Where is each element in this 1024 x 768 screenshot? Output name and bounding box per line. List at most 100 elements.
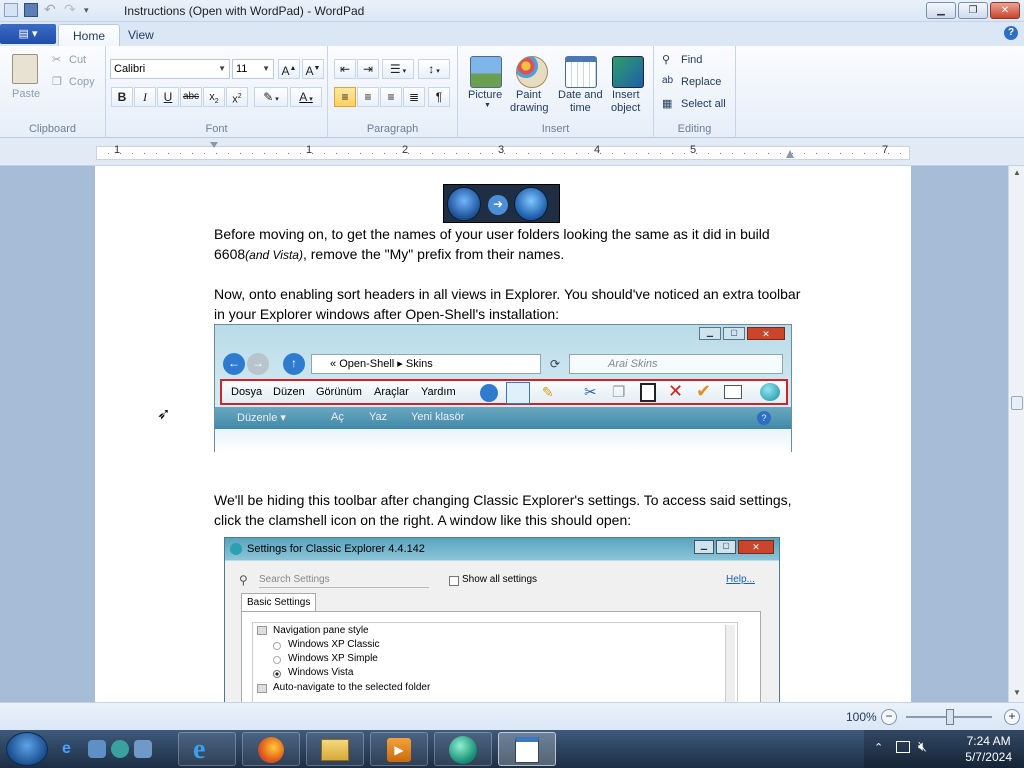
calendar-clock-icon <box>565 56 597 88</box>
align-center-button[interactable]: ≡ <box>357 87 379 107</box>
clock[interactable]: 7:24 AM 5/7/2024 <box>965 733 1012 765</box>
shell-quicklaunch-icon[interactable] <box>111 740 129 758</box>
cut-button[interactable]: ✂ Cut <box>52 53 102 69</box>
font-family-select[interactable]: Calibri ▼ <box>110 59 230 79</box>
copy-icon: ❐ <box>52 76 62 88</box>
tab-view[interactable]: View <box>114 24 168 46</box>
bullets-button[interactable]: ☰ ▾ <box>382 59 414 79</box>
insert-object-button[interactable]: Insert object <box>608 52 648 116</box>
scroll-thumb[interactable] <box>1011 396 1023 410</box>
paste-icon <box>12 54 38 84</box>
undo-icon[interactable]: ↶ <box>44 2 58 17</box>
increase-indent-button[interactable]: ⇥ <box>357 59 379 79</box>
close-button[interactable]: ✕ <box>990 2 1020 19</box>
save-icon[interactable] <box>24 3 38 17</box>
internet-explorer-icon: e <box>193 734 206 765</box>
bold-button[interactable]: B <box>111 87 133 107</box>
scroll-down-icon[interactable]: ▼ <box>1011 688 1023 700</box>
insert-picture-button[interactable]: Picture ▼ <box>466 52 506 116</box>
align-left-button[interactable]: ≡ <box>334 87 356 107</box>
check-icon: ✔ <box>696 381 712 401</box>
paragraph-settings-button[interactable]: ¶ <box>428 87 450 107</box>
search-icon: ⚲ <box>239 573 248 587</box>
shrink-font-button[interactable]: A▼ <box>302 59 324 79</box>
copy-button[interactable]: ❐ Copy <box>52 75 102 91</box>
window-switch-quicklaunch-icon[interactable] <box>134 740 152 758</box>
clock-date: 5/7/2024 <box>965 750 1012 764</box>
decrease-indent-button[interactable]: ⇤ <box>334 59 356 79</box>
start-button[interactable] <box>6 732 48 766</box>
underline-button[interactable]: U <box>157 87 179 107</box>
scroll-up-icon[interactable]: ▲ <box>1011 168 1023 180</box>
zoom-in-button[interactable]: + <box>1004 709 1020 725</box>
pane-icon <box>506 382 530 404</box>
taskbar-firefox[interactable] <box>242 732 300 766</box>
menu-yardim: Yardım <box>421 386 456 398</box>
indent-marker[interactable] <box>210 142 218 162</box>
cmd-organize: Düzenle ▾ <box>237 412 286 424</box>
scissors-icon: ✂ <box>584 384 597 401</box>
date-time-button[interactable]: Date and time <box>556 52 606 116</box>
ruler-tick: 1 <box>306 144 313 156</box>
redo-icon[interactable]: ↷ <box>64 2 78 17</box>
paste-button[interactable]: Paste <box>8 52 44 104</box>
find-button[interactable]: ⚲ Find <box>662 53 732 69</box>
document-page[interactable]: ➜ Before moving on, to get the names of … <box>95 166 911 702</box>
object-label-2: object <box>611 102 641 114</box>
volume-muted-icon[interactable]: 🔇︎ <box>918 738 927 755</box>
strikethrough-button[interactable]: abc <box>180 87 202 107</box>
maximize-button[interactable]: ❐ <box>958 2 988 19</box>
customize-qat-icon[interactable]: ▾ <box>84 3 98 17</box>
align-right-button[interactable]: ≡ <box>380 87 402 107</box>
justify-button[interactable]: ≣ <box>403 87 425 107</box>
path-part-2: Skins <box>405 358 433 370</box>
font-size-select[interactable]: 11 ▼ <box>232 59 274 79</box>
firefox-icon <box>258 737 284 763</box>
select-all-button[interactable]: ▦ Select all <box>662 97 732 113</box>
show-hidden-icons[interactable]: ⌃ <box>874 741 883 754</box>
ruler[interactable]: 1 1 2 3 4 5 7 <box>0 138 1024 166</box>
subscript-button[interactable]: x2 <box>203 87 225 107</box>
ruler-tick: 5 <box>690 144 697 156</box>
right-indent-marker[interactable] <box>786 150 794 158</box>
replace-button[interactable]: ab Replace <box>662 75 732 91</box>
network-icon[interactable] <box>896 741 910 753</box>
radio-selected-icon <box>273 670 281 678</box>
taskbar-open-shell[interactable] <box>434 732 492 766</box>
zoom-slider-thumb[interactable] <box>946 709 954 725</box>
ruler-tick: 7 <box>882 144 889 156</box>
cmd-print: Yaz <box>369 411 388 423</box>
setting-auto-navigate: Auto-navigate to the selected folder <box>273 682 431 693</box>
taskbar: e e ▶ ⌃ 🔇︎ 7:24 AM 5/7/2024 <box>0 730 1024 768</box>
taskbar-explorer[interactable] <box>306 732 364 766</box>
taskbar-wordpad[interactable] <box>498 732 556 766</box>
application-menu-button[interactable]: ▤ ▾ <box>0 24 56 44</box>
show-all-label: Show all settings <box>462 574 538 585</box>
taskbar-media-player[interactable]: ▶ <box>370 732 428 766</box>
desktop-quicklaunch-icon[interactable] <box>88 740 106 758</box>
taskbar-ie[interactable]: e <box>178 732 236 766</box>
highlight-color-button[interactable]: ✎ ▾ <box>254 87 288 107</box>
help-icon[interactable]: ? <box>1004 26 1018 40</box>
grow-font-button[interactable]: A▲ <box>278 59 300 79</box>
font-color-button[interactable]: A ▾ <box>290 87 322 107</box>
chevron-down-icon: ▼ <box>262 64 270 73</box>
ie-quicklaunch-icon[interactable]: e <box>62 740 80 758</box>
superscript-button[interactable]: x2 <box>226 87 248 107</box>
vertical-scrollbar[interactable]: ▲ ▼ <box>1008 166 1024 702</box>
media-player-icon: ▶ <box>387 738 411 762</box>
paragraph-group: ⇤ ⇥ ☰ ▾ ↕ ▾ ≡ ≡ ≡ ≣ ¶ Paragraph <box>328 46 458 138</box>
paint-drawing-button[interactable]: Paint drawing <box>508 52 554 116</box>
font-group: Calibri ▼ 11 ▼ A▲ A▼ B I U abc x2 x2 ✎ ▾ A… <box>106 46 328 138</box>
italic-button[interactable]: I <box>134 87 156 107</box>
scissors-icon: ✂ <box>52 54 62 66</box>
minimize-button[interactable]: ▁ <box>926 2 956 19</box>
radio-icon <box>273 642 281 650</box>
editing-group-label: Editing <box>677 123 712 135</box>
tab-home[interactable]: Home <box>58 24 121 46</box>
line-spacing-button[interactable]: ↕ ▾ <box>418 59 450 79</box>
zoom-out-button[interactable]: − <box>881 709 897 725</box>
wordpad-app-icon[interactable] <box>4 3 18 17</box>
back-icon: ← <box>223 353 245 375</box>
explorer-search-box: Arai Skins <box>569 354 783 374</box>
